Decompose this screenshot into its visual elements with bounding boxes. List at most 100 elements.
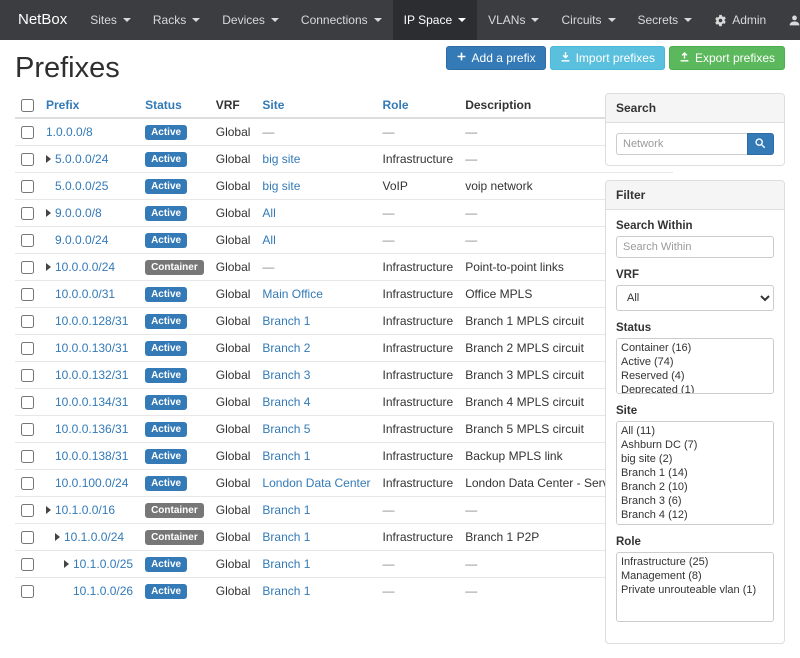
- filter-option[interactable]: Reserved (4): [619, 369, 771, 383]
- row-checkbox[interactable]: [21, 288, 34, 301]
- export-prefixes-button[interactable]: Export prefixes: [669, 46, 785, 70]
- chevron-down-icon: [123, 18, 131, 22]
- filter-option[interactable]: big site (2): [619, 452, 771, 466]
- filter-option[interactable]: Private unrouteable vlan (1): [619, 583, 771, 597]
- site-link[interactable]: big site: [262, 152, 300, 166]
- filter-option[interactable]: All (11): [619, 424, 771, 438]
- site-link[interactable]: Branch 5: [262, 422, 310, 436]
- row-checkbox[interactable]: [21, 207, 34, 220]
- filter-option[interactable]: Container (16): [619, 341, 771, 355]
- prefix-link[interactable]: 10.0.0.0/24: [55, 260, 115, 274]
- admin-menu-label: Admin: [732, 13, 766, 27]
- row-checkbox[interactable]: [21, 153, 34, 166]
- search-button[interactable]: [747, 133, 774, 155]
- prefix-link[interactable]: 9.0.0.0/24: [55, 233, 108, 247]
- row-checkbox[interactable]: [21, 126, 34, 139]
- site-link[interactable]: Branch 2: [262, 341, 310, 355]
- filter-option[interactable]: Active (74): [619, 355, 771, 369]
- site-link[interactable]: London Data Center: [262, 476, 370, 490]
- row-checkbox[interactable]: [21, 450, 34, 463]
- profile-menu-item[interactable]: Profile: [777, 0, 800, 40]
- prefix-link[interactable]: 10.0.0.136/31: [55, 422, 128, 436]
- site-link[interactable]: Branch 1: [262, 584, 310, 598]
- search-within-input[interactable]: [616, 236, 774, 258]
- prefix-link[interactable]: 10.0.0.134/31: [55, 395, 128, 409]
- prefix-link[interactable]: 10.0.0.0/31: [55, 287, 115, 301]
- nav-menu-item-sites[interactable]: Sites: [79, 0, 142, 40]
- vrf-cell: Global: [210, 335, 257, 362]
- vrf-cell: Global: [210, 254, 257, 281]
- role-cell: Infrastructure: [377, 443, 460, 470]
- filter-option[interactable]: Branch 3 (6): [619, 494, 771, 508]
- admin-menu-item[interactable]: Admin: [703, 0, 777, 40]
- site-link[interactable]: All: [262, 233, 275, 247]
- column-header-status[interactable]: Status: [139, 93, 210, 118]
- column-header-role[interactable]: Role: [377, 93, 460, 118]
- prefix-link[interactable]: 10.0.0.132/31: [55, 368, 128, 382]
- app-logo[interactable]: NetBox: [6, 0, 79, 40]
- filter-option[interactable]: Infrastructure (25): [619, 555, 771, 569]
- filter-option[interactable]: Branch 2 (10): [619, 480, 771, 494]
- nav-menu-item-circuits[interactable]: Circuits: [550, 0, 626, 40]
- row-checkbox[interactable]: [21, 531, 34, 544]
- filter-option[interactable]: Branch 5 (7): [619, 522, 771, 525]
- row-checkbox[interactable]: [21, 234, 34, 247]
- nav-menu-item-devices[interactable]: Devices: [211, 0, 290, 40]
- status-filter-select[interactable]: Container (16)Active (74)Reserved (4)Dep…: [616, 338, 774, 394]
- site-link[interactable]: big site: [262, 179, 300, 193]
- site-link[interactable]: Branch 4: [262, 395, 310, 409]
- prefix-link[interactable]: 9.0.0.0/8: [55, 206, 102, 220]
- column-header-prefix[interactable]: Prefix: [40, 93, 139, 118]
- site-filter-select[interactable]: All (11)Ashburn DC (7)big site (2)Branch…: [616, 421, 774, 525]
- site-link[interactable]: Main Office: [262, 287, 322, 301]
- filter-option[interactable]: Branch 1 (14): [619, 466, 771, 480]
- prefix-link[interactable]: 10.0.0.130/31: [55, 341, 128, 355]
- site-link[interactable]: Branch 1: [262, 314, 310, 328]
- add-prefix-button[interactable]: Add a prefix: [446, 46, 546, 70]
- site-link[interactable]: Branch 1: [262, 530, 310, 544]
- row-checkbox[interactable]: [21, 315, 34, 328]
- row-checkbox[interactable]: [21, 477, 34, 490]
- page-actions: Add a prefix Import prefixes Export pref…: [446, 46, 785, 70]
- column-header-site[interactable]: Site: [256, 93, 376, 118]
- filter-option[interactable]: Branch 4 (12): [619, 508, 771, 522]
- nav-menu-item-connections[interactable]: Connections: [290, 0, 393, 40]
- filter-option[interactable]: Ashburn DC (7): [619, 438, 771, 452]
- search-input[interactable]: [616, 133, 747, 155]
- row-checkbox[interactable]: [21, 423, 34, 436]
- filter-option[interactable]: Deprecated (1): [619, 383, 771, 394]
- site-link[interactable]: Branch 1: [262, 503, 310, 517]
- nav-menu-item-secrets[interactable]: Secrets: [627, 0, 704, 40]
- role-filter-select[interactable]: Infrastructure (25)Management (8)Private…: [616, 552, 774, 622]
- site-link[interactable]: All: [262, 206, 275, 220]
- prefix-link[interactable]: 10.0.0.138/31: [55, 449, 128, 463]
- site-link[interactable]: Branch 3: [262, 368, 310, 382]
- prefix-link[interactable]: 10.1.0.0/25: [73, 557, 133, 571]
- nav-menu-item-ip-space[interactable]: IP Space: [393, 0, 477, 40]
- site-link[interactable]: Branch 1: [262, 449, 310, 463]
- prefix-link[interactable]: 10.1.0.0/26: [73, 584, 133, 598]
- nav-menu-item-vlans[interactable]: VLANs: [477, 0, 550, 40]
- site-link[interactable]: Branch 1: [262, 557, 310, 571]
- role-cell: Infrastructure: [377, 254, 460, 281]
- vrf-filter-select[interactable]: All: [616, 285, 774, 311]
- row-checkbox[interactable]: [21, 558, 34, 571]
- prefix-link[interactable]: 10.1.0.0/24: [64, 530, 124, 544]
- filter-option[interactable]: Management (8): [619, 569, 771, 583]
- row-checkbox[interactable]: [21, 261, 34, 274]
- row-checkbox[interactable]: [21, 369, 34, 382]
- prefix-link[interactable]: 10.0.0.128/31: [55, 314, 128, 328]
- prefix-link[interactable]: 5.0.0.0/24: [55, 152, 108, 166]
- import-prefixes-button[interactable]: Import prefixes: [550, 46, 665, 70]
- nav-menu-item-racks[interactable]: Racks: [142, 0, 211, 40]
- row-checkbox[interactable]: [21, 342, 34, 355]
- row-checkbox[interactable]: [21, 396, 34, 409]
- row-checkbox[interactable]: [21, 585, 34, 598]
- select-all-checkbox[interactable]: [21, 99, 34, 112]
- prefix-link[interactable]: 1.0.0.0/8: [46, 125, 93, 139]
- prefix-link[interactable]: 5.0.0.0/25: [55, 179, 108, 193]
- row-checkbox[interactable]: [21, 180, 34, 193]
- prefix-link[interactable]: 10.0.100.0/24: [55, 476, 128, 490]
- status-badge: Active: [145, 395, 187, 410]
- prefix-link[interactable]: 10.1.0.0/16: [55, 503, 115, 517]
